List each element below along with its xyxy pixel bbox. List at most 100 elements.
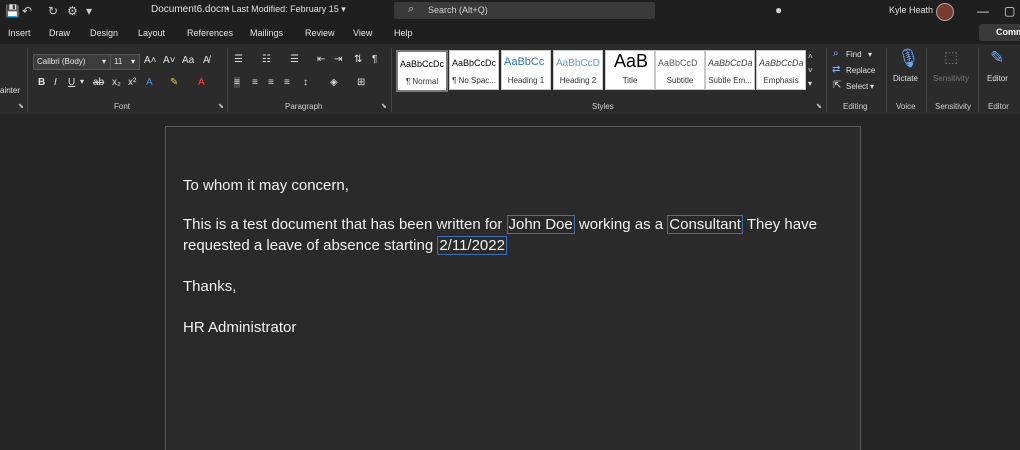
style-name: ¶ No Spac... (452, 76, 496, 85)
style-heading-2[interactable]: AaBbCcD Heading 2 (553, 50, 603, 90)
clear-formatting-icon[interactable]: A̸ (203, 55, 210, 66)
style-name: Subtle Em... (708, 76, 752, 85)
styles-gallery: AaBbCcDc ¶ Normal AaBbCcDc ¶ No Spac... … (396, 50, 808, 92)
body-line-1[interactable]: This is a test document that has been wr… (183, 214, 817, 235)
subscript-icon[interactable]: x₂ (112, 77, 121, 88)
signature-paragraph[interactable]: HR Administrator (183, 317, 296, 338)
tab-mailings[interactable]: Mailings (250, 28, 283, 38)
italic-icon[interactable]: I (54, 77, 57, 88)
style-subtitle[interactable]: AaBbCcD Subtitle (655, 50, 705, 90)
restore-icon[interactable]: ▢ (1004, 4, 1015, 18)
chevron-down-icon[interactable]: ▾ (868, 50, 872, 59)
copilot-icon[interactable]: ● (775, 2, 782, 18)
highlight-icon[interactable]: ✎ (170, 77, 178, 88)
tab-view[interactable]: View (353, 28, 372, 38)
document-name[interactable]: Document6.docm (151, 4, 229, 15)
decrease-indent-icon[interactable]: ⇤ (317, 54, 325, 65)
tab-references[interactable]: References (187, 28, 233, 38)
align-left-icon[interactable]: ≡ (234, 77, 240, 88)
find-icon[interactable]: ⌕ (833, 48, 839, 59)
tab-design[interactable]: Design (90, 28, 118, 38)
increase-indent-icon[interactable]: ⇥ (334, 54, 342, 65)
sensitivity-button[interactable]: Sensitivity (933, 74, 969, 83)
select-button[interactable]: Select (846, 82, 868, 91)
tab-draw[interactable]: Draw (49, 28, 70, 38)
styles-launcher-icon[interactable]: ⬊ (816, 102, 822, 110)
body-line-2[interactable]: requested a leave of absence starting 2/… (183, 235, 507, 256)
tab-insert[interactable]: Insert (8, 28, 31, 38)
touch-mode-icon[interactable]: ⚙ (67, 3, 78, 19)
undo-icon[interactable]: ↶ (22, 3, 32, 19)
gallery-scroll-down-icon[interactable]: ˅ (808, 66, 813, 75)
search-box[interactable]: ⌕ Search (Alt+Q) (394, 2, 655, 19)
style-title[interactable]: AaB Title (605, 50, 655, 90)
title-bar: 💾 ↶ ↻ ⚙ ▾ Document6.docm • Last Modified… (0, 0, 1020, 22)
microphone-icon[interactable]: 🎙 (897, 48, 920, 69)
font-size-dropdown[interactable]: 11 ▾ (110, 54, 140, 70)
format-painter-label[interactable]: ainter (0, 86, 20, 95)
align-right-icon[interactable]: ≡ (268, 77, 274, 88)
gallery-more-icon[interactable]: ▾ (808, 79, 812, 88)
chevron-down-icon[interactable]: ▾ (80, 77, 84, 86)
bullets-icon[interactable]: ☰ (234, 54, 243, 65)
underline-icon[interactable]: U (68, 77, 75, 88)
bold-icon[interactable]: B (38, 77, 45, 88)
tab-review[interactable]: Review (305, 28, 335, 38)
show-formatting-icon[interactable]: ¶ (372, 54, 377, 65)
borders-icon[interactable]: ⊞ (357, 77, 365, 88)
divider (227, 48, 228, 112)
tab-help[interactable]: Help (394, 28, 413, 38)
sensitivity-icon[interactable]: ⬚ (944, 48, 958, 66)
document-page[interactable]: To whom it may concern, This is a test d… (165, 126, 861, 450)
dictate-button[interactable]: Dictate (893, 74, 918, 83)
superscript-icon[interactable]: x² (128, 77, 136, 88)
customize-toolbar-icon[interactable]: ▾ (86, 3, 92, 19)
body-text: They have (742, 216, 817, 233)
body-text: This is a test document that has been wr… (183, 216, 507, 233)
paragraph-launcher-icon[interactable]: ⬊ (381, 102, 387, 110)
style-normal[interactable]: AaBbCcDc ¶ Normal (396, 50, 448, 92)
style-emphasis[interactable]: AaBbCcDa Emphasis (756, 50, 806, 90)
font-launcher-icon[interactable]: ⬊ (218, 102, 224, 110)
thanks-paragraph[interactable]: Thanks, (183, 276, 236, 297)
line-spacing-icon[interactable]: ↕ (303, 77, 308, 88)
strikethrough-icon[interactable]: ab (93, 77, 104, 88)
minimize-icon[interactable]: — (977, 4, 989, 18)
shading-icon[interactable]: ◈ (330, 77, 338, 88)
multilevel-list-icon[interactable]: ☰ (290, 54, 299, 65)
justify-icon[interactable]: ≡ (284, 77, 290, 88)
replace-button[interactable]: Replace (846, 66, 875, 75)
align-center-icon[interactable]: ≡ (252, 77, 258, 88)
chevron-down-icon[interactable]: ▾ (870, 82, 874, 91)
sort-icon[interactable]: ⇅ (354, 54, 362, 65)
style-no-spacing[interactable]: AaBbCcDc ¶ No Spac... (449, 50, 499, 90)
date-content-control[interactable]: 2/11/2022 (437, 236, 507, 255)
avatar[interactable] (936, 3, 954, 21)
font-name-dropdown[interactable]: Calibri (Body) ▾ (33, 54, 111, 70)
comments-button[interactable]: Comm (979, 24, 1020, 41)
select-icon[interactable]: ⇱ (833, 80, 841, 91)
redo-icon[interactable]: ↻ (48, 3, 58, 19)
style-heading-1[interactable]: AaBbCc Heading 1 (501, 50, 551, 90)
style-sample: AaBbCcD (658, 58, 698, 68)
editor-icon[interactable]: ✎ (990, 48, 1004, 68)
find-button[interactable]: Find (846, 50, 862, 59)
name-content-control[interactable]: John Doe (506, 215, 575, 234)
numbering-icon[interactable]: ☷ (262, 54, 271, 65)
editor-button[interactable]: Editor (987, 74, 1008, 83)
replace-icon[interactable]: ⇄ (832, 64, 840, 75)
tab-layout[interactable]: Layout (138, 28, 165, 38)
greeting-paragraph[interactable]: To whom it may concern, (183, 175, 349, 196)
grow-font-icon[interactable]: A˄ (144, 55, 157, 66)
clipboard-launcher-icon[interactable]: ⬊ (18, 102, 24, 110)
save-icon[interactable]: 💾 (5, 3, 20, 19)
last-modified[interactable]: • Last Modified: February 15 ▾ (226, 4, 346, 15)
role-content-control[interactable]: Consultant (667, 215, 743, 234)
text-effects-icon[interactable]: A (146, 77, 153, 88)
style-subtle-emphasis[interactable]: AaBbCcDa Subtle Em... (705, 50, 755, 90)
shrink-font-icon[interactable]: A˅ (163, 55, 176, 66)
user-name[interactable]: Kyle Heath (889, 5, 933, 15)
gallery-scroll-up-icon[interactable]: ˄ (808, 52, 813, 61)
change-case-icon[interactable]: Aa (182, 55, 194, 66)
font-color-icon[interactable]: A (198, 77, 205, 88)
